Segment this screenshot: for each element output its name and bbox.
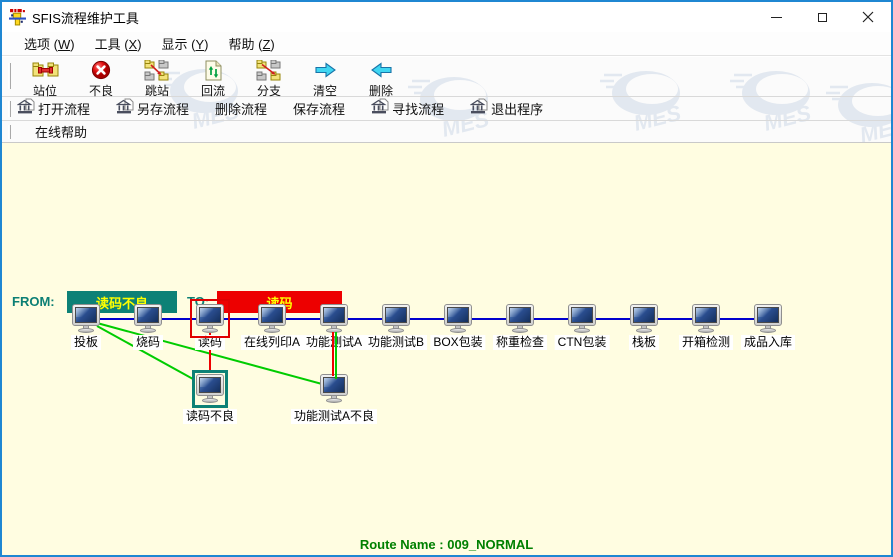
station-label: BOX包装 bbox=[430, 335, 485, 350]
computer-icon bbox=[196, 304, 224, 326]
station-label: 功能测试A bbox=[303, 335, 365, 350]
computer-icon bbox=[630, 304, 658, 326]
computer-icon bbox=[444, 304, 472, 326]
maximize-icon bbox=[818, 13, 827, 22]
from-label: FROM: bbox=[12, 294, 55, 309]
main-toolbar: 站位不良跳站回流分支清空删除 bbox=[2, 57, 891, 97]
computer-icon bbox=[692, 304, 720, 326]
station-node[interactable] bbox=[692, 304, 720, 333]
station-label: 功能测试B bbox=[365, 335, 427, 350]
computer-icon bbox=[568, 304, 596, 326]
不良-button[interactable]: 不良 bbox=[73, 59, 129, 99]
station-node[interactable] bbox=[196, 304, 224, 333]
minimize-button[interactable] bbox=[753, 2, 799, 32]
window-controls bbox=[753, 2, 891, 32]
station-label: 读码不良 bbox=[183, 409, 237, 424]
menu-bar: 选项 (W)工具 (X)显示 (Y)帮助 (Z) bbox=[2, 32, 891, 56]
station-node[interactable] bbox=[320, 374, 348, 403]
station-label: 开箱检测 bbox=[679, 335, 733, 350]
跳站-button[interactable]: 跳站 bbox=[129, 59, 185, 99]
station-node[interactable] bbox=[444, 304, 472, 333]
站位-button[interactable]: 站位 bbox=[17, 59, 73, 99]
minimize-icon bbox=[771, 17, 782, 18]
computer-icon bbox=[320, 374, 348, 396]
station-node[interactable] bbox=[196, 374, 224, 403]
打开流程-button[interactable]: 打开流程 bbox=[17, 98, 90, 120]
station-node[interactable] bbox=[72, 304, 100, 333]
删除-button[interactable]: 删除 bbox=[353, 59, 409, 99]
computer-icon bbox=[382, 304, 410, 326]
computer-icon bbox=[196, 374, 224, 396]
回流-button[interactable]: 回流 bbox=[185, 59, 241, 99]
删除流程-button[interactable]: 删除流程 bbox=[215, 99, 267, 118]
清空-button[interactable]: 清空 bbox=[297, 59, 353, 99]
分支-button[interactable]: 分支 bbox=[241, 59, 297, 99]
toolbar-grip[interactable] bbox=[8, 63, 11, 89]
window-title: SFIS流程维护工具 bbox=[32, 8, 139, 27]
station-node[interactable] bbox=[506, 304, 534, 333]
clear-arrow-right-icon bbox=[314, 59, 337, 81]
flow-toolbar: 打开流程 另存流程 删除流程 保存流程 寻找流程 退出程序 bbox=[2, 97, 891, 121]
station-node[interactable] bbox=[320, 304, 348, 333]
skip-station-icon bbox=[144, 59, 170, 81]
station-label: 投板 bbox=[71, 335, 101, 350]
route-name-status: Route Name : 009_NORMAL bbox=[2, 537, 891, 552]
defect-icon bbox=[91, 59, 111, 81]
title-bar: SFIS流程维护工具 bbox=[2, 2, 891, 32]
app-logo-icon bbox=[9, 9, 26, 26]
保存流程-button[interactable]: 保存流程 bbox=[293, 99, 345, 118]
flow-doc-icon bbox=[470, 98, 488, 120]
flow-doc-icon bbox=[116, 98, 134, 120]
help-toolbar: 在线帮助 bbox=[2, 121, 891, 143]
station-label: CTN包装 bbox=[555, 335, 610, 350]
station-label: 读码 bbox=[195, 335, 225, 350]
退出程序-button[interactable]: 退出程序 bbox=[470, 98, 543, 120]
computer-icon bbox=[134, 304, 162, 326]
app-window: SFIS流程维护工具 选项 (W)工具 (X)显示 (Y)帮助 (Z) MES … bbox=[0, 0, 893, 557]
stations-link-icon bbox=[32, 59, 59, 81]
flow-doc-icon bbox=[17, 98, 35, 120]
computer-icon bbox=[72, 304, 100, 326]
close-icon bbox=[862, 11, 874, 23]
station-label: 称重检查 bbox=[493, 335, 547, 350]
station-label: 成品入库 bbox=[741, 335, 795, 350]
toolbar-grip[interactable] bbox=[8, 125, 11, 139]
station-node[interactable] bbox=[568, 304, 596, 333]
station-node[interactable] bbox=[630, 304, 658, 333]
station-label: 栈板 bbox=[629, 335, 659, 350]
station-label: 在线列印A bbox=[241, 335, 303, 350]
toolbar-grip[interactable] bbox=[8, 101, 11, 117]
station-node[interactable] bbox=[134, 304, 162, 333]
computer-icon bbox=[320, 304, 348, 326]
另存流程-button[interactable]: 另存流程 bbox=[116, 98, 189, 120]
menu-item-w[interactable]: 选项 (W) bbox=[14, 32, 85, 55]
online-help-button[interactable]: 在线帮助 bbox=[35, 122, 87, 141]
computer-icon bbox=[506, 304, 534, 326]
寻找流程-button[interactable]: 寻找流程 bbox=[371, 98, 444, 120]
flow-doc-icon bbox=[371, 98, 389, 120]
branch-icon bbox=[256, 59, 282, 81]
close-button[interactable] bbox=[845, 2, 891, 32]
menu-item-x[interactable]: 工具 (X) bbox=[85, 32, 152, 55]
maximize-button[interactable] bbox=[799, 2, 845, 32]
station-node[interactable] bbox=[382, 304, 410, 333]
station-label: 功能测试A不良 bbox=[291, 409, 377, 424]
station-node[interactable] bbox=[258, 304, 286, 333]
station-node[interactable] bbox=[754, 304, 782, 333]
delete-arrow-left-icon bbox=[370, 59, 393, 81]
computer-icon bbox=[258, 304, 286, 326]
menu-item-z[interactable]: 帮助 (Z) bbox=[219, 32, 285, 55]
computer-icon bbox=[754, 304, 782, 326]
menu-item-y[interactable]: 显示 (Y) bbox=[152, 32, 219, 55]
station-label: 烧码 bbox=[133, 335, 163, 350]
reflow-icon bbox=[205, 59, 222, 81]
